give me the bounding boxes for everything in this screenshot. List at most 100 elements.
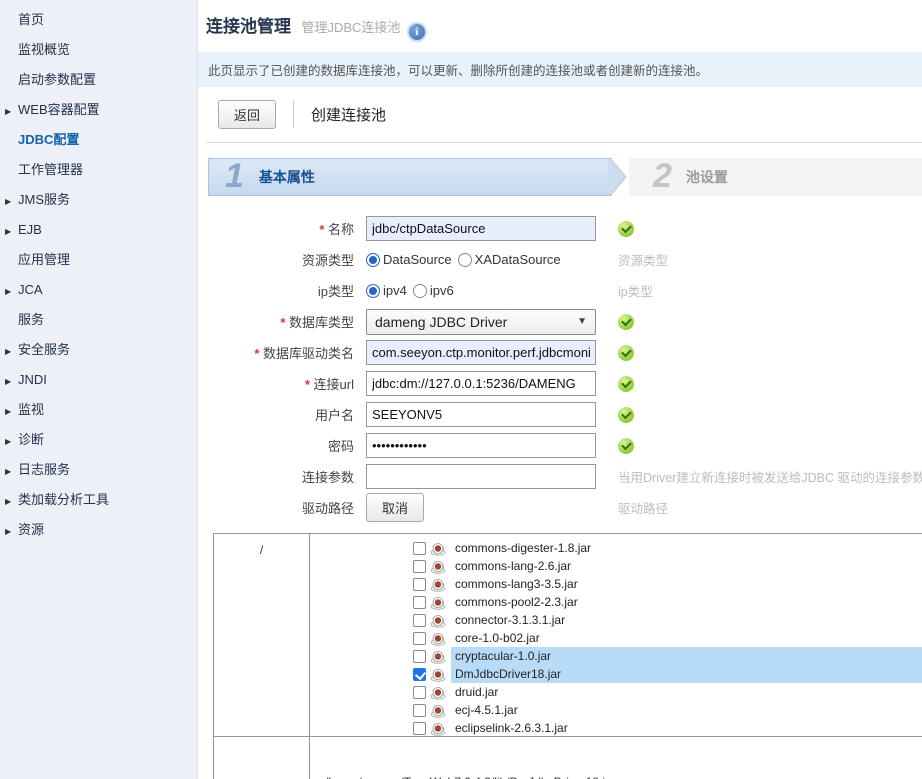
sidebar-item-14[interactable]: ▶ 诊断 [0, 425, 197, 455]
sidebar-item-13[interactable]: ▶ 监视 [0, 395, 197, 425]
jar-file-row[interactable]: eclipselink-2.6.3.1.jar [310, 719, 922, 736]
sidebar-item-2[interactable]: 启动参数配置 [0, 65, 197, 95]
conn-params-input[interactable] [366, 464, 596, 489]
tab-step-basic[interactable]: 1 基本属性 [208, 156, 627, 196]
checkbox-unchecked[interactable] [413, 559, 426, 573]
jar-cup-icon [430, 632, 446, 646]
sidebar-item-label: 日志服务 [18, 462, 71, 477]
jar-file-name[interactable]: connector-3.1.3.1.jar [451, 611, 922, 629]
checkbox-unchecked[interactable] [413, 631, 426, 645]
sidebar-item-label: WEB容器配置 [18, 102, 100, 117]
jar-file-name[interactable]: cryptacular-1.0.jar [451, 647, 922, 665]
radio-option-datasource[interactable]: DataSource [366, 252, 452, 267]
sidebar-item-12[interactable]: ▶ JNDI [0, 365, 197, 395]
jar-file-name[interactable]: commons-lang-2.6.jar [451, 557, 922, 575]
checkbox-unchecked[interactable] [413, 577, 426, 591]
tab-step-pool[interactable]: 2 池设置 [629, 156, 922, 196]
radio-icon[interactable] [412, 283, 427, 298]
sidebar-item-label: 应用管理 [18, 252, 71, 267]
sidebar-item-4[interactable]: JDBC配置 [0, 125, 197, 155]
jar-file-name[interactable]: ecj-4.5.1.jar [451, 701, 922, 719]
sidebar-item-6[interactable]: ▶ JMS服务 [0, 185, 197, 215]
jar-file-row[interactable]: commons-lang3-3.5.jar [310, 575, 922, 593]
sidebar-item-10[interactable]: 服务 [0, 305, 197, 335]
radio-icon[interactable] [366, 283, 380, 298]
jar-file-name[interactable]: commons-pool2-2.3.jar [451, 593, 922, 611]
selected-jar-path: /home/seeyon/TongWeb7.0.4.3/lib/DmJdbcDr… [310, 737, 616, 779]
expand-arrow-icon[interactable]: ▶ [5, 435, 11, 449]
jar-file-row[interactable]: commons-pool2-2.3.jar [310, 593, 922, 611]
radio-option-xadatasource[interactable]: XADataSource [457, 252, 561, 267]
expand-arrow-icon[interactable]: ▶ [5, 465, 11, 479]
radio-icon[interactable] [366, 252, 380, 267]
sidebar-item-label: JCA [18, 282, 43, 297]
radio-option-ipv6[interactable]: ipv6 [412, 283, 454, 298]
sidebar-item-1[interactable]: 监视概览 [0, 35, 197, 65]
jar-file-row[interactable]: connector-3.1.3.1.jar [310, 611, 922, 629]
jar-file-name[interactable]: druid.jar [451, 683, 922, 701]
jar-file-row[interactable]: commons-lang-2.6.jar [310, 557, 922, 575]
jar-file-name[interactable]: commons-lang3-3.5.jar [451, 575, 922, 593]
checkbox-unchecked[interactable] [413, 703, 426, 717]
expand-arrow-icon[interactable]: ▶ [5, 225, 11, 239]
jar-file-name[interactable]: commons-digester-1.8.jar [451, 539, 922, 557]
checkbox-unchecked[interactable] [413, 649, 426, 663]
sidebar-item-0[interactable]: 首页 [0, 5, 197, 35]
jar-file-row[interactable]: DmJdbcDriver18.jar [310, 665, 922, 683]
jar-file-row[interactable]: druid.jar [310, 683, 922, 701]
password-input[interactable] [366, 433, 596, 458]
sidebar-item-16[interactable]: ▶ 类加载分析工具 [0, 485, 197, 515]
driver-class-input[interactable] [366, 340, 596, 365]
sidebar-item-15[interactable]: ▶ 日志服务 [0, 455, 197, 485]
radio-icon[interactable] [457, 252, 472, 267]
step-1-number: 1 [225, 156, 244, 195]
checkbox-unchecked[interactable] [413, 595, 426, 609]
jar-file-row[interactable]: core-1.0-b02.jar [310, 629, 922, 647]
radio-label: DataSource [383, 252, 452, 267]
sidebar-item-9[interactable]: ▶ JCA [0, 275, 197, 305]
expand-arrow-icon[interactable]: ▶ [5, 495, 11, 509]
step-2-number: 2 [653, 156, 672, 195]
expand-arrow-icon[interactable]: ▶ [5, 375, 11, 389]
info-icon[interactable]: i [408, 24, 425, 40]
checkbox-unchecked[interactable] [413, 685, 426, 699]
jar-cup-icon [430, 578, 446, 592]
sidebar-item-8[interactable]: 应用管理 [0, 245, 197, 275]
create-pool-tab[interactable]: 创建连接池 [311, 104, 386, 125]
cancel-button[interactable]: 取消 [366, 493, 425, 522]
jar-file-row[interactable]: commons-digester-1.8.jar [310, 539, 922, 557]
jar-file-name[interactable]: core-1.0-b02.jar [451, 629, 922, 647]
checkbox-unchecked[interactable] [413, 541, 426, 555]
expand-arrow-icon[interactable]: ▶ [5, 195, 11, 209]
jar-file-name[interactable]: DmJdbcDriver18.jar [451, 665, 922, 683]
radio-option-ipv4[interactable]: ipv4 [366, 283, 407, 298]
sidebar-item-3[interactable]: ▶ WEB容器配置 [0, 95, 197, 125]
url-input[interactable] [366, 371, 596, 396]
checkbox-unchecked[interactable] [413, 613, 426, 627]
sidebar-item-label: JNDI [18, 372, 47, 387]
checkbox-checked[interactable] [413, 667, 426, 681]
expand-arrow-icon[interactable]: ▶ [5, 405, 11, 419]
form-row-name: 名称 [198, 213, 922, 244]
main-content: 连接池管理 管理JDBC连接池 i 此页显示了已创建的数据库连接池，可以更新、删… [198, 0, 922, 779]
db-type-select[interactable]: dameng JDBC Driver ▼ [366, 308, 596, 335]
directory-tree-root[interactable]: / [214, 534, 310, 736]
expand-arrow-icon[interactable]: ▶ [5, 105, 11, 119]
name-input[interactable] [366, 216, 596, 241]
expand-arrow-icon[interactable]: ▶ [5, 345, 11, 359]
ip-type-radio-group: ipv4 ipv6 [366, 283, 596, 298]
back-button[interactable]: 返回 [218, 99, 277, 129]
jar-file-row[interactable]: cryptacular-1.0.jar [310, 647, 922, 665]
jar-file-row[interactable]: ecj-4.5.1.jar [310, 701, 922, 719]
form-row-username: 用户名 [198, 399, 922, 430]
sidebar-item-7[interactable]: ▶ EJB [0, 215, 197, 245]
expand-arrow-icon[interactable]: ▶ [5, 525, 11, 539]
sidebar-item-11[interactable]: ▶ 安全服务 [0, 335, 197, 365]
sidebar-item-5[interactable]: 工作管理器 [0, 155, 197, 185]
checkbox-unchecked[interactable] [413, 721, 426, 735]
expand-arrow-icon[interactable]: ▶ [5, 285, 11, 299]
sidebar-item-label: EJB [18, 222, 42, 237]
username-input[interactable] [366, 402, 596, 427]
sidebar-item-17[interactable]: ▶ 资源 [0, 515, 197, 545]
jar-file-name[interactable]: eclipselink-2.6.3.1.jar [451, 719, 922, 736]
